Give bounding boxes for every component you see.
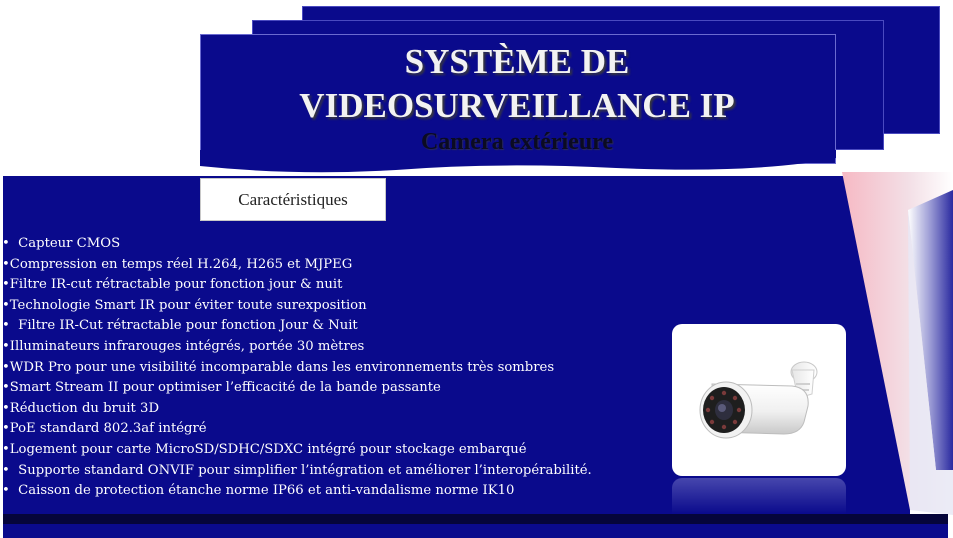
list-item: Réduction du bruit 3D (2, 399, 672, 420)
list-item-text: Technologie Smart IR pour éviter toute s… (9, 297, 367, 313)
list-item-text: Compression en temps réel H.264, H265 et… (9, 256, 353, 272)
bottom-bar (3, 524, 948, 538)
list-item-text: Smart Stream II pour optimiser l’efficac… (9, 380, 441, 396)
list-item-text: Filtre IR-Cut rétractable pour fonction … (18, 318, 358, 334)
page-title: SYSTÈME DE VIDEOSURVEILLANCE IP (200, 40, 834, 128)
list-item: Smart Stream II pour optimiser l’efficac… (2, 378, 672, 399)
slide: SYSTÈME DE VIDEOSURVEILLANCE IP Camera e… (0, 0, 953, 538)
camera-image-reflection (672, 478, 846, 514)
list-item-text: Capteur CMOS (18, 236, 121, 251)
list-item-text: Illuminateurs infrarouges intégrés, port… (9, 338, 365, 354)
list-item-text: PoE standard 802.3af intégré (9, 421, 207, 437)
bullet-camera-icon (699, 361, 818, 439)
list-item: Capteur CMOS (2, 234, 672, 255)
right-decoration (842, 172, 953, 515)
list-item: Filtre IR-cut rétractable pour fonction … (2, 275, 672, 296)
camera-image-card (672, 324, 846, 476)
tab-label: Caractéristiques (238, 189, 348, 209)
list-item-text: Filtre IR-cut rétractable pour fonction … (9, 277, 343, 293)
title-line-1: SYSTÈME DE (404, 42, 630, 81)
list-item: PoE standard 802.3af intégré (2, 419, 672, 440)
list-item: Supporte standard ONVIF pour simplifier … (2, 461, 672, 482)
list-item: Technologie Smart IR pour éviter toute s… (2, 296, 672, 317)
list-item: Caisson de protection étanche norme IP66… (2, 481, 672, 502)
title-line-2: VIDEOSURVEILLANCE IP (299, 86, 735, 125)
list-item: Filtre IR-Cut rétractable pour fonction … (2, 316, 672, 337)
bottom-bar-dark (3, 514, 948, 524)
list-item: Compression en temps réel H.264, H265 et… (2, 255, 672, 276)
page-subtitle: Camera extérieure (420, 129, 614, 155)
list-item-text: Logement pour carte MicroSD/SDHC/SDXC in… (9, 441, 527, 457)
list-item-text: WDR Pro pour une visibilité incomparable… (9, 359, 555, 375)
list-item: WDR Pro pour une visibilité incomparable… (2, 358, 672, 379)
list-item: Logement pour carte MicroSD/SDHC/SDXC in… (2, 440, 672, 461)
tab-caracteristiques[interactable]: Caractéristiques (200, 178, 386, 221)
list-item: Illuminateurs infrarouges intégrés, port… (2, 337, 672, 358)
list-item-text: Supporte standard ONVIF pour simplifier … (18, 462, 592, 478)
feature-list: Capteur CMOS Compression en temps réel H… (2, 234, 672, 502)
list-item-text: Réduction du bruit 3D (9, 400, 160, 416)
list-item-text: Caisson de protection étanche norme IP66… (18, 483, 515, 499)
